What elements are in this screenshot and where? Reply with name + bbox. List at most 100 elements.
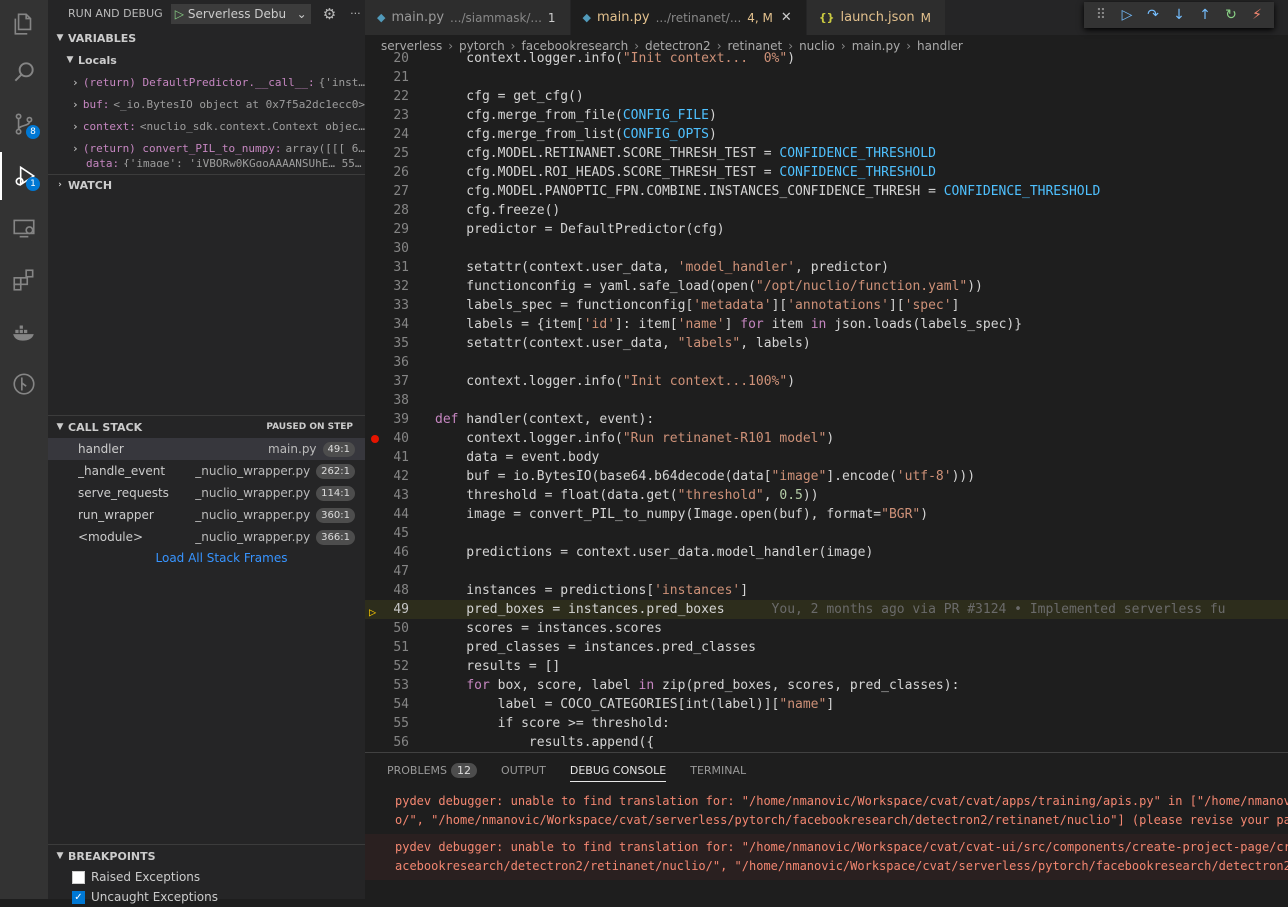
tab-status: 1 bbox=[547, 10, 556, 25]
drag-handle-icon[interactable]: ⠿ bbox=[1090, 7, 1112, 23]
uncaught-exceptions-checkbox[interactable]: ✓ bbox=[72, 890, 85, 904]
frame-file: _nuclio_wrapper.py bbox=[195, 464, 311, 478]
variable-row[interactable]: › context: <nuclio_sdk.context.Context obj… bbox=[48, 115, 365, 137]
debug-toolbar: ⠿ ▷ ↷ ↓ ↑ ↻ ⚡ bbox=[1084, 2, 1274, 28]
code-line[interactable]: 25 cfg.MODEL.RETINANET.SCORE_THRESH_TEST… bbox=[365, 144, 1288, 163]
bottom-panel: PROBLEMS 12 OUTPUT DEBUG CONSOLE TERMINAL py… bbox=[365, 752, 1288, 899]
code-line[interactable]: 28 cfg.freeze() bbox=[365, 201, 1288, 220]
debug-console[interactable]: pydev debugger: unable to find translati… bbox=[365, 788, 1288, 880]
close-icon[interactable]: ✕ bbox=[781, 10, 792, 25]
code-text: label = COCO_CATEGORIES[int(label)]["nam… bbox=[435, 697, 835, 712]
code-line[interactable]: 23 cfg.merge_from_file(CONFIG_FILE) bbox=[365, 106, 1288, 125]
stack-frame[interactable]: <module> _nuclio_wrapper.py 366:1 bbox=[48, 526, 365, 548]
code-line[interactable]: 37 context.logger.info("Init context...1… bbox=[365, 372, 1288, 391]
code-line[interactable]: 46 predictions = context.user_data.model… bbox=[365, 543, 1288, 562]
restart-icon[interactable]: ↻ bbox=[1220, 7, 1242, 23]
code-line[interactable]: 50 scores = instances.scores bbox=[365, 619, 1288, 638]
start-debugging-icon[interactable]: ▷ bbox=[175, 7, 184, 21]
watch-header[interactable]: › WATCH bbox=[48, 174, 365, 196]
code-line[interactable]: 56 results.append({ bbox=[365, 733, 1288, 752]
code-line[interactable]: 30 bbox=[365, 239, 1288, 258]
code-text: cfg.merge_from_list(CONFIG_OPTS) bbox=[435, 127, 717, 142]
tab-launch-json[interactable]: {} launch.json M bbox=[806, 0, 946, 35]
code-text: predictor = DefaultPredictor(cfg) bbox=[435, 222, 725, 237]
sidebar-title: RUN AND DEBUG bbox=[68, 7, 163, 20]
step-over-icon[interactable]: ↷ bbox=[1142, 7, 1164, 23]
line-number: 37 bbox=[393, 374, 409, 389]
code-line[interactable]: 31 setattr(context.user_data, 'model_han… bbox=[365, 258, 1288, 277]
debug-config-select[interactable]: ▷ Serverless Debu ⌄ bbox=[170, 3, 311, 24]
run-debug-icon[interactable]: 1 bbox=[0, 152, 48, 200]
code-line[interactable]: 44 image = convert_PIL_to_numpy(Image.op… bbox=[365, 505, 1288, 524]
breakpoint-item[interactable]: ✓ Uncaught Exceptions bbox=[48, 887, 365, 907]
panel-tab[interactable]: TERMINAL bbox=[690, 764, 746, 777]
variables-header[interactable]: ▼ VARIABLES bbox=[48, 27, 365, 49]
callstack-header[interactable]: ▼ CALL STACK PAUSED ON STEP bbox=[48, 416, 365, 438]
stack-frame[interactable]: _handle_event _nuclio_wrapper.py 262:1 bbox=[48, 460, 365, 482]
panel-tab[interactable]: OUTPUT bbox=[501, 764, 546, 777]
code-line[interactable]: 55 if score >= threshold: bbox=[365, 714, 1288, 733]
code-line[interactable]: 20 context.logger.info("Init context... … bbox=[365, 49, 1288, 68]
continue-icon[interactable]: ▷ bbox=[1116, 7, 1138, 23]
code-line[interactable]: 32 functionconfig = yaml.safe_load(open(… bbox=[365, 277, 1288, 296]
search-icon[interactable] bbox=[0, 48, 48, 96]
code-line[interactable]: 35 setattr(context.user_data, "labels", … bbox=[365, 334, 1288, 353]
stack-frame[interactable]: run_wrapper _nuclio_wrapper.py 360:1 bbox=[48, 504, 365, 526]
panel-tab[interactable]: PROBLEMS 12 bbox=[387, 763, 478, 778]
code-line[interactable]: ▷ 49 pred_boxes = instances.pred_boxes Yo… bbox=[365, 600, 1288, 619]
tab-retinanet-main[interactable]: ◆ main.py .../retinanet/... 4, M ✕ bbox=[570, 0, 807, 35]
variable-row[interactable]: › (return) DefaultPredictor.__call__: {'in… bbox=[48, 71, 365, 93]
step-into-icon[interactable]: ↓ bbox=[1168, 7, 1190, 23]
code-line[interactable]: 38 bbox=[365, 391, 1288, 410]
code-line[interactable]: 39 def handler(context, event): bbox=[365, 410, 1288, 429]
extensions-icon[interactable] bbox=[0, 256, 48, 304]
load-all-frames-link[interactable]: Load All Stack Frames bbox=[48, 548, 365, 568]
code-line[interactable]: 33 labels_spec = functionconfig['metadat… bbox=[365, 296, 1288, 315]
code-line[interactable]: 40 context.logger.info("Run retinanet-R1… bbox=[365, 429, 1288, 448]
variable-row[interactable]: › buf: <_io.BytesIO object at 0x7f5a2dc1ec… bbox=[48, 93, 365, 115]
stack-frame[interactable]: handler main.py 49:1 bbox=[48, 438, 365, 460]
remote-explorer-icon[interactable] bbox=[0, 204, 48, 252]
locals-scope[interactable]: ▼ Locals bbox=[48, 49, 365, 71]
code-line[interactable]: 36 bbox=[365, 353, 1288, 372]
variable-row[interactable]: › (return) convert_PIL_to_numpy: array([[[… bbox=[48, 137, 365, 159]
code-line[interactable]: 51 pred_classes = instances.pred_classes bbox=[365, 638, 1288, 657]
git-graph-icon[interactable] bbox=[0, 360, 48, 408]
code-line[interactable]: 48 instances = predictions['instances'] bbox=[365, 581, 1288, 600]
panel-tab[interactable]: DEBUG CONSOLE bbox=[569, 764, 667, 782]
code-line[interactable]: 45 bbox=[365, 524, 1288, 543]
code-line[interactable]: 27 cfg.MODEL.PANOPTIC_FPN.COMBINE.INSTAN… bbox=[365, 182, 1288, 201]
breakpoints-header[interactable]: ▼ BREAKPOINTS bbox=[48, 845, 365, 867]
code-line[interactable]: 26 cfg.MODEL.ROI_HEADS.SCORE_THRESH_TEST… bbox=[365, 163, 1288, 182]
gear-icon[interactable]: ⚙ bbox=[323, 5, 336, 23]
code-line[interactable]: 34 labels = {item['id']: item['name'] fo… bbox=[365, 315, 1288, 334]
code-line[interactable]: 54 label = COCO_CATEGORIES[int(label)]["… bbox=[365, 695, 1288, 714]
frame-line: 262:1 bbox=[316, 463, 355, 479]
console-line: pydev debugger: unable to find translati… bbox=[395, 794, 1288, 808]
tab-siammask-main[interactable]: ◆ main.py .../siammask/... 1 bbox=[365, 0, 571, 35]
code-line[interactable]: 52 results = [] bbox=[365, 657, 1288, 676]
more-actions-icon[interactable]: ··· bbox=[350, 7, 361, 20]
code-line[interactable]: 21 bbox=[365, 68, 1288, 87]
code-line[interactable]: 22 cfg = get_cfg() bbox=[365, 87, 1288, 106]
step-out-icon[interactable]: ↑ bbox=[1194, 7, 1216, 23]
code-line[interactable]: 47 bbox=[365, 562, 1288, 581]
variable-row[interactable]: data: {'image': 'iVBORw0KGgoAAAANSUhE… 55… bbox=[48, 159, 365, 167]
breakpoint-item[interactable]: Raised Exceptions bbox=[48, 867, 365, 887]
docker-icon[interactable] bbox=[0, 308, 48, 356]
code-editor[interactable]: 20 context.logger.info("Init context... … bbox=[365, 49, 1288, 752]
code-line[interactable]: 29 predictor = DefaultPredictor(cfg) bbox=[365, 220, 1288, 239]
code-line[interactable]: 43 threshold = float(data.get("threshold… bbox=[365, 486, 1288, 505]
code-text: results.append({ bbox=[435, 735, 655, 750]
code-line[interactable]: 24 cfg.merge_from_list(CONFIG_OPTS) bbox=[365, 125, 1288, 144]
code-line[interactable]: 42 buf = io.BytesIO(base64.b64decode(dat… bbox=[365, 467, 1288, 486]
stack-frame[interactable]: serve_requests _nuclio_wrapper.py 114:1 bbox=[48, 482, 365, 504]
code-line[interactable]: 53 for box, score, label in zip(pred_box… bbox=[365, 676, 1288, 695]
code-line[interactable]: 41 data = event.body bbox=[365, 448, 1288, 467]
disconnect-icon[interactable]: ⚡ bbox=[1246, 7, 1268, 23]
line-number: 36 bbox=[393, 355, 409, 370]
explorer-icon[interactable] bbox=[0, 0, 48, 48]
source-control-icon[interactable]: 8 bbox=[0, 100, 48, 148]
raised-exceptions-checkbox[interactable] bbox=[72, 870, 85, 884]
frame-function: serve_requests bbox=[78, 486, 169, 500]
